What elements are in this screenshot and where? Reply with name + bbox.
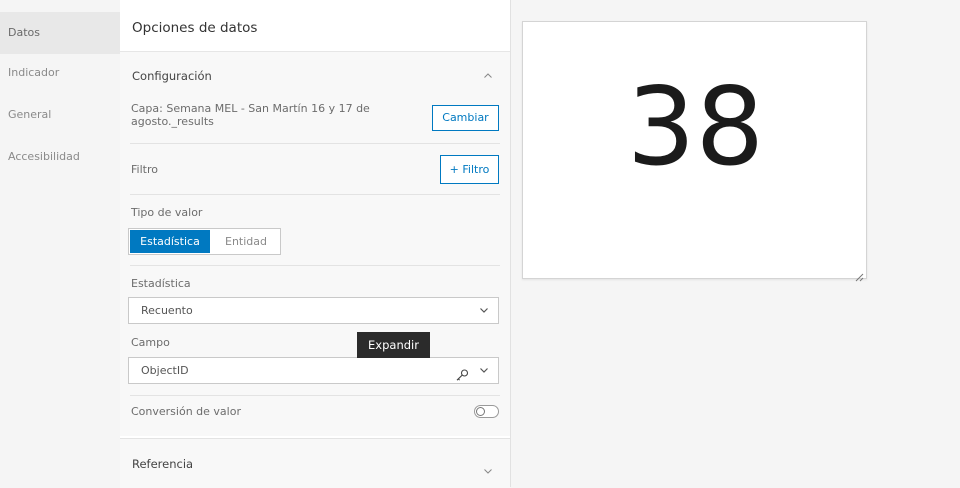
value-type-option-statistic[interactable]: Estadística [130,230,210,253]
configuration-heading: Configuración [132,69,212,83]
panel-title: Opciones de datos [120,0,510,52]
value-type-segmented-control: Estadística Entidad [128,228,281,255]
reference-section[interactable]: Referencia [120,438,510,488]
divider [130,395,500,396]
value-conversion-toggle[interactable] [474,405,499,418]
chevron-down-icon [480,298,488,323]
expand-tooltip: Expandir [357,332,430,358]
add-filter-button[interactable]: + Filtro [440,155,499,184]
resize-handle-icon[interactable] [855,267,864,282]
value-type-label: Tipo de valor [131,206,203,219]
statistic-value: Recuento [141,304,193,317]
settings-nav: Datos Indicador General Accesibilidad [0,0,120,487]
indicator-value: 38 [626,65,765,190]
statistic-label: Estadística [131,277,191,290]
divider [130,194,500,195]
divider [130,143,500,144]
filter-label: Filtro [131,163,158,176]
field-label: Campo [131,336,170,349]
statistic-select[interactable]: Recuento [128,297,499,324]
field-select[interactable]: ObjectID [128,357,499,384]
key-icon [456,365,469,390]
nav-item-indicador[interactable]: Indicador [0,52,120,94]
value-conversion-label: Conversión de valor [131,405,241,418]
chevron-down-icon[interactable] [484,459,492,478]
chevron-up-icon[interactable] [478,52,498,100]
nav-item-general[interactable]: General [0,94,120,136]
reference-heading: Referencia [132,457,194,471]
divider [130,265,500,266]
toggle-knob [476,407,485,416]
nav-item-datos[interactable]: Datos [0,12,120,54]
value-type-option-entity[interactable]: Entidad [213,230,279,253]
chevron-down-icon [480,358,488,383]
configuration-header[interactable]: Configuración [132,52,498,98]
change-layer-button[interactable]: Cambiar [432,105,499,131]
indicator-preview-card: 38 [522,21,867,282]
layer-label-line-2: agosto._results [131,115,214,128]
field-value: ObjectID [141,364,189,377]
layer-label-line-1: Capa: Semana MEL - San Martín 16 y 17 de [131,102,370,115]
nav-item-accesibilidad[interactable]: Accesibilidad [0,136,120,178]
layer-label: Capa: Semana MEL - San Martín 16 y 17 de… [131,102,391,128]
